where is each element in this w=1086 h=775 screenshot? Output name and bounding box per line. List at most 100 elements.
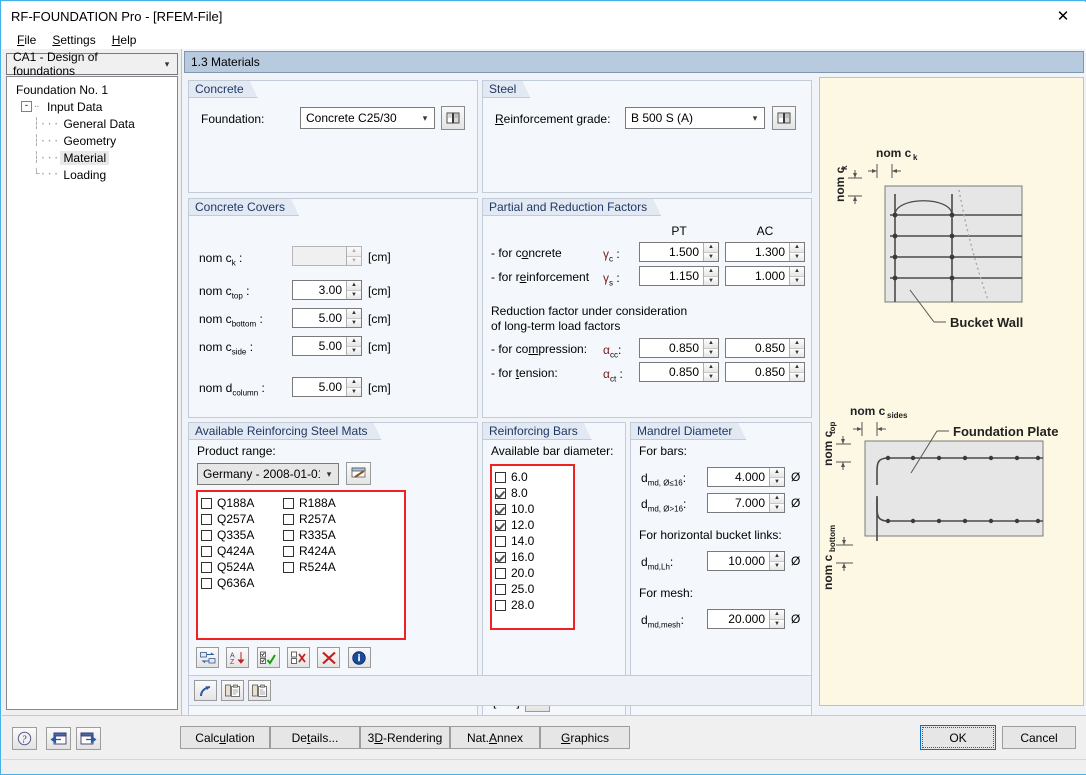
- checkbox[interactable]: [495, 568, 506, 579]
- delete-icon[interactable]: [317, 647, 340, 668]
- alpha-cc-ac-spinner[interactable]: ▲▼: [789, 339, 804, 357]
- swap-icon[interactable]: [196, 647, 219, 668]
- spin-down-icon[interactable]: ▼: [347, 388, 361, 397]
- checkbox[interactable]: [495, 520, 506, 531]
- spin-down-icon[interactable]: ▼: [770, 478, 784, 487]
- tree-item-general-data[interactable]: ┆··· General Data: [11, 115, 177, 132]
- list-item[interactable]: 14.0: [495, 533, 573, 549]
- spin-down-icon[interactable]: ▼: [770, 562, 784, 571]
- list-item[interactable]: Q424A: [201, 543, 283, 559]
- spin-up-icon[interactable]: ▲: [790, 243, 804, 253]
- paste-column-icon[interactable]: [248, 680, 271, 701]
- alpha-cc-ac-field[interactable]: 0.850 ▲▼: [725, 338, 805, 358]
- dmd-gt16-spinner[interactable]: ▲▼: [769, 494, 784, 512]
- list-item[interactable]: R424A: [283, 543, 365, 559]
- nom-cbottom-field[interactable]: 5.00 ▲▼: [292, 308, 362, 328]
- menu-item-help[interactable]: Help: [104, 32, 145, 48]
- list-item[interactable]: Q188A: [201, 495, 283, 511]
- checkbox[interactable]: [283, 498, 294, 509]
- steel-library-button[interactable]: [772, 106, 796, 130]
- list-item[interactable]: R335A: [283, 527, 365, 543]
- tree-item-material[interactable]: ┆··· Material: [11, 149, 177, 166]
- gamma-s-ac-field[interactable]: 1.000 ▲▼: [725, 266, 805, 286]
- spin-up-icon[interactable]: ▲: [704, 267, 718, 277]
- list-item[interactable]: 8.0: [495, 485, 573, 501]
- list-item[interactable]: 28.0: [495, 597, 573, 613]
- checkbox[interactable]: [201, 562, 212, 573]
- list-item[interactable]: R188A: [283, 495, 365, 511]
- spin-up-icon[interactable]: ▲: [770, 494, 784, 504]
- checkbox[interactable]: [283, 530, 294, 541]
- checkbox[interactable]: [201, 578, 212, 589]
- deselect-all-icon[interactable]: [287, 647, 310, 668]
- gamma-s-ac-spinner[interactable]: ▲▼: [789, 267, 804, 285]
- next-panel-icon[interactable]: [76, 727, 101, 750]
- spin-up-icon[interactable]: ▲: [347, 309, 361, 319]
- checkbox[interactable]: [283, 514, 294, 525]
- checkbox[interactable]: [495, 504, 506, 515]
- ok-button[interactable]: OK: [920, 725, 996, 750]
- spin-down-icon[interactable]: ▼: [790, 277, 804, 286]
- list-item[interactable]: Q335A: [201, 527, 283, 543]
- concrete-library-button[interactable]: [441, 106, 465, 130]
- nom-dcolumn-spinner[interactable]: ▲▼: [346, 378, 361, 396]
- alpha-ct-ac-field[interactable]: 0.850 ▲▼: [725, 362, 805, 382]
- close-icon[interactable]: ✕: [1040, 2, 1086, 30]
- spin-up-icon[interactable]: ▲: [770, 552, 784, 562]
- cancel-button[interactable]: Cancel: [1002, 726, 1076, 749]
- checkbox[interactable]: [495, 584, 506, 595]
- spin-down-icon[interactable]: ▼: [704, 373, 718, 382]
- spin-down-icon[interactable]: ▼: [347, 319, 361, 328]
- checkbox[interactable]: [201, 546, 212, 557]
- list-item[interactable]: R257A: [283, 511, 365, 527]
- spin-down-icon[interactable]: ▼: [770, 504, 784, 513]
- help-icon[interactable]: ?: [12, 727, 37, 750]
- calculation-button[interactable]: Calculation: [180, 726, 270, 749]
- checkbox[interactable]: [495, 552, 506, 563]
- list-item[interactable]: 25.0: [495, 581, 573, 597]
- tree-item-foundation[interactable]: Foundation No. 1: [11, 81, 177, 98]
- alpha-ct-pt-spinner[interactable]: ▲▼: [703, 363, 718, 381]
- checkbox[interactable]: [201, 514, 212, 525]
- graphics-button[interactable]: Graphics: [540, 726, 630, 749]
- 3d-rendering-button[interactable]: 3D-Rendering: [360, 726, 450, 749]
- spin-up-icon[interactable]: ▲: [704, 243, 718, 253]
- reinforcement-grade-combo[interactable]: B 500 S (A) ▾: [625, 107, 765, 129]
- checkbox[interactable]: [495, 488, 506, 499]
- dmd-mesh-field[interactable]: 20.000 ▲▼: [707, 609, 785, 629]
- menu-item-file[interactable]: File: [9, 32, 44, 48]
- dmd-gt16-field[interactable]: 7.000 ▲▼: [707, 493, 785, 513]
- spin-down-icon[interactable]: ▼: [347, 291, 361, 300]
- prev-panel-icon[interactable]: [46, 727, 71, 750]
- list-item[interactable]: R524A: [283, 559, 365, 575]
- gamma-s-pt-field[interactable]: 1.150 ▲▼: [639, 266, 719, 286]
- tree-item-input-data[interactable]: - ·· Input Data: [11, 98, 177, 115]
- spin-up-icon[interactable]: ▲: [704, 363, 718, 373]
- gamma-c-ac-spinner[interactable]: ▲▼: [789, 243, 804, 261]
- navigation-tree[interactable]: Foundation No. 1 - ·· Input Data ┆··· Ge…: [6, 76, 178, 710]
- nom-ctop-spinner[interactable]: ▲▼: [346, 281, 361, 299]
- list-item[interactable]: Q524A: [201, 559, 283, 575]
- dmd-le16-spinner[interactable]: ▲▼: [769, 468, 784, 486]
- checkbox[interactable]: [495, 600, 506, 611]
- bar-diameter-list[interactable]: 6.0 8.0 10.0 12.0 14.0 16.0 20.0 25.0 28…: [490, 464, 575, 630]
- nom-ctop-field[interactable]: 3.00 ▲▼: [292, 280, 362, 300]
- design-case-combo[interactable]: CA1 - Design of foundations ▾: [6, 53, 178, 75]
- nat-annex-button[interactable]: Nat. Annex: [450, 726, 540, 749]
- nom-cside-spinner[interactable]: ▲▼: [346, 337, 361, 355]
- spin-up-icon[interactable]: ▲: [347, 378, 361, 388]
- steel-mats-list[interactable]: Q188A Q257A Q335A Q424A Q524A Q636A R188…: [196, 490, 406, 640]
- gamma-c-pt-spinner[interactable]: ▲▼: [703, 243, 718, 261]
- spin-up-icon[interactable]: ▲: [347, 337, 361, 347]
- list-item[interactable]: 20.0: [495, 565, 573, 581]
- spin-down-icon[interactable]: ▼: [790, 349, 804, 358]
- undo-icon[interactable]: [194, 680, 217, 701]
- gamma-s-pt-spinner[interactable]: ▲▼: [703, 267, 718, 285]
- foundation-material-combo[interactable]: Concrete C25/30 ▾: [300, 107, 435, 129]
- spin-up-icon[interactable]: ▲: [790, 267, 804, 277]
- details-button[interactable]: Details...: [270, 726, 360, 749]
- checkbox[interactable]: [283, 562, 294, 573]
- product-range-combo[interactable]: Germany - 2008-01-01 ▾: [197, 463, 339, 485]
- tree-item-geometry[interactable]: ┆··· Geometry: [11, 132, 177, 149]
- select-all-icon[interactable]: [257, 647, 280, 668]
